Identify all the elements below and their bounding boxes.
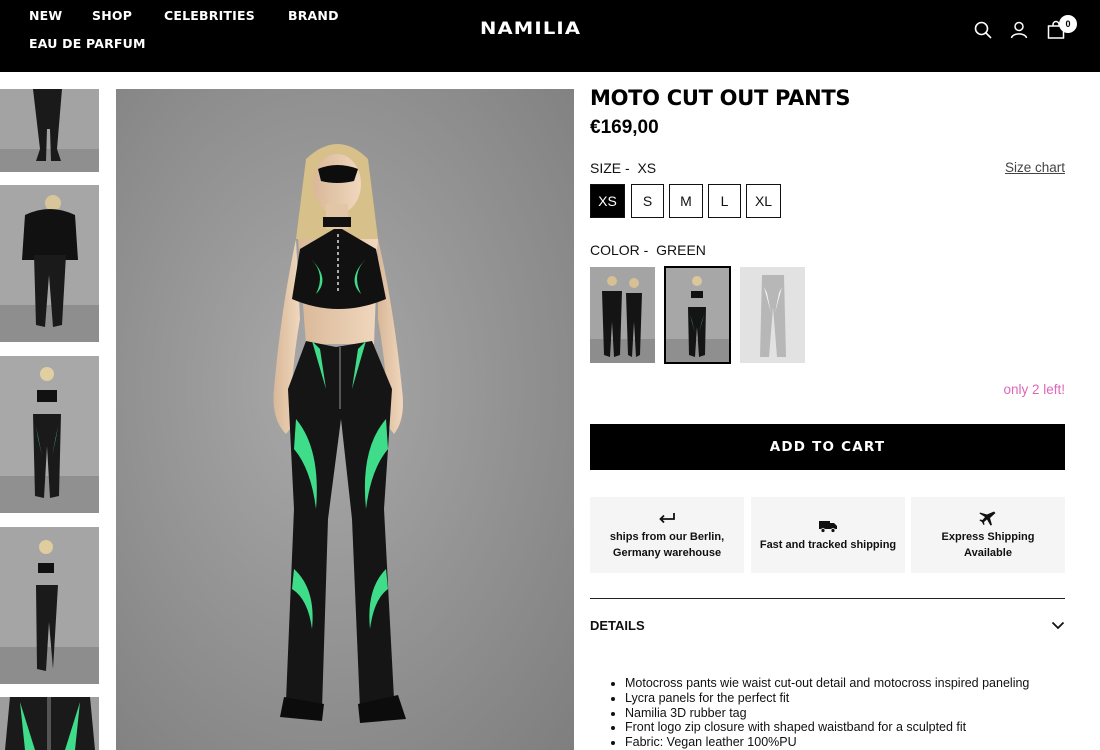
size-chart-link[interactable]: Size chart: [1005, 160, 1065, 175]
search-icon[interactable]: [973, 20, 993, 40]
size-label-text: SIZE -: [590, 160, 630, 176]
color-swatch-green[interactable]: [664, 266, 731, 364]
details-item: Lycra panels for the perfect fit: [625, 691, 1065, 706]
feature-text: Express Shipping Available: [941, 530, 1035, 559]
size-option-s[interactable]: S: [631, 184, 664, 218]
product-price: €169,00: [590, 117, 659, 138]
details-item: Motocross pants wie waist cut-out detail…: [625, 676, 1065, 691]
gallery-thumbnail-2[interactable]: [0, 185, 99, 342]
color-label-text: COLOR -: [590, 242, 649, 258]
feature-fast-shipping: Fast and tracked shipping: [751, 497, 905, 573]
details-list: Motocross pants wie waist cut-out detail…: [625, 676, 1065, 750]
main-product-image: [116, 89, 574, 750]
size-option-xs[interactable]: XS: [590, 184, 625, 218]
account-icon[interactable]: [1009, 20, 1029, 40]
cart-count-badge: 0: [1059, 15, 1077, 33]
color-label: COLOR - GREEN: [590, 242, 706, 258]
details-heading: DETAILS: [590, 617, 645, 633]
airplane-icon: [979, 511, 996, 525]
gallery-thumbnail-1[interactable]: [0, 89, 99, 172]
gallery-thumbnail-4[interactable]: [0, 527, 99, 684]
selected-size-value: XS: [637, 160, 657, 176]
details-accordion-toggle[interactable]: DETAILS: [590, 612, 1065, 638]
nav-eau-de-parfum[interactable]: EAU DE PARFUM: [29, 36, 146, 51]
details-item: Front logo zip closure with shaped waist…: [625, 720, 1065, 735]
truck-icon: [819, 520, 837, 533]
nav-celebrities[interactable]: CELEBRITIES: [164, 8, 255, 23]
size-option-xl[interactable]: XL: [746, 184, 781, 218]
brand-logo[interactable]: NAMILIA: [480, 19, 581, 39]
size-option-l[interactable]: L: [708, 184, 741, 218]
selected-color-value: GREEN: [656, 242, 706, 258]
product-title: MOTO CUT OUT PANTS: [590, 86, 851, 110]
color-swatch-black[interactable]: [590, 267, 655, 363]
nav-new[interactable]: NEW: [29, 8, 62, 23]
feature-text: Fast and tracked shipping: [759, 538, 897, 551]
size-label: SIZE - XS: [590, 160, 656, 176]
feature-express-shipping: Express Shipping Available: [911, 497, 1065, 573]
color-swatch-grey[interactable]: [740, 267, 805, 363]
chevron-down-icon: [1051, 621, 1065, 629]
add-to-cart-button[interactable]: ADD TO CART: [590, 424, 1065, 470]
nav-brand[interactable]: BRAND: [288, 8, 339, 23]
site-header: NEW SHOP CELEBRITIES BRAND EAU DE PARFUM…: [0, 0, 1100, 72]
return-arrow-icon: [659, 512, 675, 523]
feature-ships-from-berlin: ships from our Berlin, Germany warehouse: [590, 497, 744, 573]
size-option-m[interactable]: M: [669, 184, 703, 218]
nav-shop[interactable]: SHOP: [92, 8, 132, 23]
details-item: Namilia 3D rubber tag: [625, 706, 1065, 721]
details-item: Fabric: Vegan leather 100%PU: [625, 735, 1065, 750]
gallery-thumbnail-3[interactable]: [0, 356, 99, 513]
details-divider: [590, 598, 1065, 599]
stock-notice: only 2 left!: [1003, 382, 1065, 397]
feature-text: ships from our Berlin, Germany warehouse: [609, 530, 725, 559]
gallery-thumbnail-5[interactable]: [0, 697, 99, 750]
